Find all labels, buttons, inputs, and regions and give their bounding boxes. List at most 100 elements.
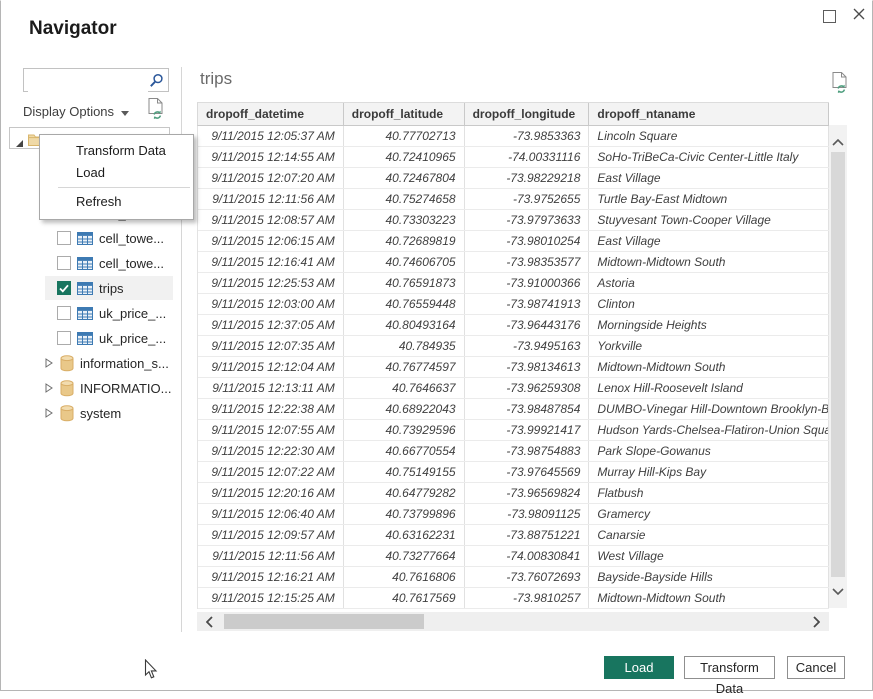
mouse-cursor-icon	[144, 659, 158, 685]
table-row: 9/11/2015 12:15:25 AM40.7617569-73.98102…	[198, 588, 829, 609]
table-cell: Flatbush	[589, 483, 829, 503]
scroll-down-icon[interactable]	[832, 582, 844, 600]
table-cell: -73.98134613	[465, 357, 590, 377]
table-cell: -73.98754883	[465, 441, 590, 461]
preview-table: dropoff_datetimedropoff_latitudedropoff_…	[197, 102, 829, 609]
checkbox-checked-icon[interactable]	[57, 281, 71, 295]
table-cell: 9/11/2015 12:06:40 AM	[198, 504, 344, 524]
horizontal-scrollbar-thumb[interactable]	[224, 614, 424, 629]
database-cylinder-icon	[60, 355, 74, 372]
table-icon	[77, 307, 93, 320]
table-cell: Park Slope-Gowanus	[589, 441, 829, 461]
sidebar-item-informatio[interactable]: INFORMATIO...	[45, 376, 173, 400]
chevron-right-triangle-icon[interactable]	[45, 383, 54, 393]
checkbox-icon[interactable]	[57, 331, 71, 345]
table-cell: 40.73303223	[344, 210, 465, 230]
chevron-right-triangle-icon[interactable]	[45, 358, 54, 368]
sidebar-item-information-s[interactable]: information_s...	[45, 351, 173, 375]
table-row: 9/11/2015 12:16:21 AM40.7616806-73.76072…	[198, 567, 829, 588]
table-cell: 9/11/2015 12:16:41 AM	[198, 252, 344, 272]
scroll-left-icon[interactable]	[206, 615, 213, 633]
table-row: 9/11/2015 12:08:57 AM40.73303223-73.9797…	[198, 210, 829, 231]
table-cell: -73.88751221	[465, 525, 590, 545]
table-row: 9/11/2015 12:06:15 AM40.72689819-73.9801…	[198, 231, 829, 252]
table-icon	[77, 232, 93, 245]
scroll-up-icon[interactable]	[832, 133, 844, 151]
scroll-right-icon[interactable]	[813, 615, 820, 633]
sidebar-item-system[interactable]: system	[45, 401, 173, 425]
table-cell: 9/11/2015 12:16:21 AM	[198, 567, 344, 587]
preview-table-body: 9/11/2015 12:05:37 AM40.77702713-73.9853…	[197, 126, 829, 609]
close-icon[interactable]	[852, 7, 868, 23]
table-cell: Bayside-Bayside Hills	[589, 567, 829, 587]
table-cell: 9/11/2015 12:09:57 AM	[198, 525, 344, 545]
table-row: 9/11/2015 12:11:56 AM40.73277664-74.0083…	[198, 546, 829, 567]
table-cell: 40.76774597	[344, 357, 465, 377]
table-cell: -73.96443176	[465, 315, 590, 335]
table-cell: 9/11/2015 12:13:11 AM	[198, 378, 344, 398]
table-row: 9/11/2015 12:06:40 AM40.73799896-73.9809…	[198, 504, 829, 525]
horizontal-scrollbar[interactable]	[197, 612, 829, 631]
sidebar-item-label: uk_price_...	[99, 331, 166, 346]
column-header-dropoff_datetime: dropoff_datetime	[198, 103, 344, 125]
preview-table-header: dropoff_datetimedropoff_latitudedropoff_…	[197, 102, 829, 126]
checkbox-icon[interactable]	[57, 256, 71, 270]
menu-item-load[interactable]: Load	[40, 162, 193, 184]
table-cell: 9/11/2015 12:15:25 AM	[198, 588, 344, 608]
table-row: 9/11/2015 12:14:55 AM40.72410965-74.0033…	[198, 147, 829, 168]
sidebar-item-trips[interactable]: trips	[45, 276, 173, 300]
load-button[interactable]: Load	[604, 656, 674, 679]
table-cell: East Village	[589, 231, 829, 251]
sidebar-item-cell-towe[interactable]: cell_towe...	[45, 226, 173, 250]
table-row: 9/11/2015 12:12:04 AM40.76774597-73.9813…	[198, 357, 829, 378]
cancel-button[interactable]: Cancel	[787, 656, 845, 679]
table-row: 9/11/2015 12:16:41 AM40.74606705-73.9835…	[198, 252, 829, 273]
maximize-icon[interactable]	[823, 10, 836, 23]
table-row: 9/11/2015 12:09:57 AM40.63162231-73.8875…	[198, 525, 829, 546]
table-cell: 9/11/2015 12:14:55 AM	[198, 147, 344, 167]
table-cell: Turtle Bay-East Midtown	[589, 189, 829, 209]
table-icon	[77, 282, 93, 295]
table-cell: 40.74606705	[344, 252, 465, 272]
table-row: 9/11/2015 12:22:38 AM40.68922043-73.9848…	[198, 399, 829, 420]
table-cell: 40.76559448	[344, 294, 465, 314]
menu-item-transform-data[interactable]: Transform Data	[40, 140, 193, 162]
table-cell: -73.91000366	[465, 273, 590, 293]
table-cell: East Village	[589, 168, 829, 188]
table-cell: DUMBO-Vinegar Hill-Downtown Brooklyn-Boe…	[589, 399, 829, 419]
preview-title: trips	[200, 69, 232, 89]
table-cell: 40.7617569	[344, 588, 465, 608]
table-row: 9/11/2015 12:37:05 AM40.80493164-73.9644…	[198, 315, 829, 336]
checkbox-icon[interactable]	[57, 306, 71, 320]
sidebar-item-uk-price[interactable]: uk_price_...	[45, 301, 173, 325]
refresh-file-icon[interactable]	[831, 71, 849, 98]
sidebar-item-uk-price[interactable]: uk_price_...	[45, 326, 173, 350]
table-cell: Morningside Heights	[589, 315, 829, 335]
sidebar-item-label: cell_towe...	[99, 256, 164, 271]
table-cell: 9/11/2015 12:12:04 AM	[198, 357, 344, 377]
vertical-scrollbar[interactable]	[829, 125, 847, 608]
transform-data-button[interactable]: Transform Data	[684, 656, 775, 679]
table-cell: -73.98353577	[465, 252, 590, 272]
table-cell: Hudson Yards-Chelsea-Flatiron-Union Squa…	[589, 420, 829, 440]
chevron-right-triangle-icon[interactable]	[45, 408, 54, 418]
vertical-scrollbar-thumb[interactable]	[831, 152, 845, 577]
table-cell: 9/11/2015 12:11:56 AM	[198, 546, 344, 566]
table-row: 9/11/2015 12:11:56 AM40.75274658-73.9752…	[198, 189, 829, 210]
table-row: 9/11/2015 12:22:30 AM40.66770554-73.9875…	[198, 441, 829, 462]
sidebar-item-label: cell_towe...	[99, 231, 164, 246]
table-cell: -73.99921417	[465, 420, 590, 440]
table-row: 9/11/2015 12:05:37 AM40.77702713-73.9853…	[198, 126, 829, 147]
table-cell: 9/11/2015 12:06:15 AM	[198, 231, 344, 251]
column-header-dropoff_longitude: dropoff_longitude	[465, 103, 590, 125]
menu-item-refresh[interactable]: Refresh	[40, 191, 193, 213]
table-cell: -73.98010254	[465, 231, 590, 251]
table-row: 9/11/2015 12:07:22 AM40.75149155-73.9764…	[198, 462, 829, 483]
checkbox-icon[interactable]	[57, 231, 71, 245]
table-cell: -73.9853363	[465, 126, 590, 146]
table-cell: -73.9810257	[465, 588, 590, 608]
sidebar-item-cell-towe[interactable]: cell_towe...	[45, 251, 173, 275]
table-row: 9/11/2015 12:07:20 AM40.72467804-73.9822…	[198, 168, 829, 189]
table-icon	[77, 332, 93, 345]
menu-separator	[58, 187, 190, 188]
